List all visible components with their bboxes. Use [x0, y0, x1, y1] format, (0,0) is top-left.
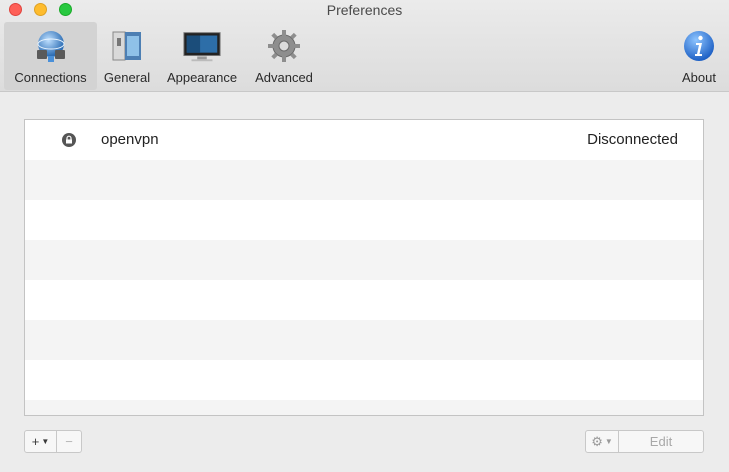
- empty-row: [25, 160, 703, 200]
- chevron-down-icon: ▼: [41, 437, 50, 446]
- general-icon: [107, 26, 147, 66]
- connections-list[interactable]: openvpn Disconnected: [24, 119, 704, 416]
- tab-appearance-label: Appearance: [166, 70, 238, 85]
- window-title: Preferences: [326, 2, 403, 18]
- preferences-window: Preferences Connections General Appearan…: [0, 0, 729, 472]
- gear-icon: ⚙: [591, 433, 603, 449]
- action-menu-button[interactable]: ⚙ ▼: [585, 430, 619, 453]
- appearance-icon: [182, 26, 222, 66]
- gear-icon: [264, 26, 304, 66]
- edit-label: Edit: [649, 434, 673, 449]
- empty-row: [25, 320, 703, 360]
- empty-row: [25, 360, 703, 400]
- remove-connection-button[interactable]: −: [57, 430, 82, 453]
- connections-icon: [31, 26, 71, 66]
- toolbar: Preferences Connections General Appearan…: [0, 0, 729, 92]
- empty-row: [25, 240, 703, 280]
- tab-connections[interactable]: Connections: [4, 22, 97, 90]
- edit-button[interactable]: Edit: [619, 430, 704, 453]
- add-connection-button[interactable]: + ▼: [24, 430, 57, 453]
- tab-advanced[interactable]: Advanced: [248, 22, 320, 90]
- tab-connections-label: Connections: [14, 70, 87, 85]
- tab-advanced-label: Advanced: [255, 70, 313, 85]
- empty-row: [25, 400, 703, 415]
- tab-general-label: General: [103, 70, 151, 85]
- tab-general[interactable]: General: [99, 22, 155, 90]
- info-icon: [679, 26, 719, 66]
- add-label: +: [31, 434, 40, 449]
- about-button[interactable]: About: [676, 22, 722, 90]
- empty-row: [25, 280, 703, 320]
- tab-appearance[interactable]: Appearance: [160, 22, 244, 90]
- connection-name: openvpn: [101, 131, 159, 148]
- connection-status: Disconnected: [587, 131, 678, 148]
- chevron-down-icon: ▼: [604, 437, 613, 446]
- empty-row: [25, 200, 703, 240]
- lock-icon: [62, 133, 76, 147]
- connection-row[interactable]: openvpn Disconnected: [25, 120, 703, 160]
- about-label: About: [682, 70, 716, 85]
- remove-label: −: [65, 434, 73, 449]
